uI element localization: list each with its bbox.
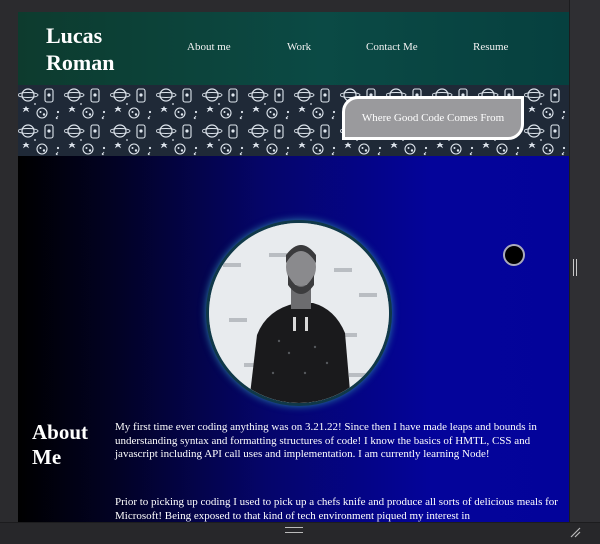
about-heading: About Me (32, 420, 88, 470)
floating-dot-icon (503, 244, 525, 266)
about-heading-line2: Me (32, 445, 62, 469)
about-paragraph-2: Prior to picking up coding I used to pic… (115, 496, 558, 522)
nav-resume[interactable]: Resume (473, 41, 508, 53)
site-brand[interactable]: Lucas Roman (46, 22, 114, 76)
brand-first-name: Lucas (46, 23, 103, 48)
nav-about-me[interactable]: About me (187, 41, 231, 53)
resize-handle-icon[interactable] (569, 526, 581, 538)
browser-frame-bottom (0, 522, 600, 544)
about-paragraph-1: My first time ever coding anything was o… (115, 421, 537, 460)
tagline-text: Where Good Code Comes From (361, 112, 505, 124)
browser-frame-left (0, 0, 18, 543)
scroll-grip-icon[interactable] (573, 259, 577, 276)
tagline-badge: Where Good Code Comes From (342, 96, 524, 140)
about-heading-line1: About (32, 420, 89, 444)
panel-drag-handle-icon[interactable] (285, 527, 303, 533)
profile-photo (209, 223, 389, 403)
nav-work[interactable]: Work (287, 41, 311, 53)
browser-frame-top (0, 0, 600, 12)
nav-contact-me[interactable]: Contact Me (366, 41, 418, 53)
brand-last-name: Roman (46, 50, 115, 75)
site-header: Lucas Roman About me Work Contact Me Res… (18, 12, 569, 85)
